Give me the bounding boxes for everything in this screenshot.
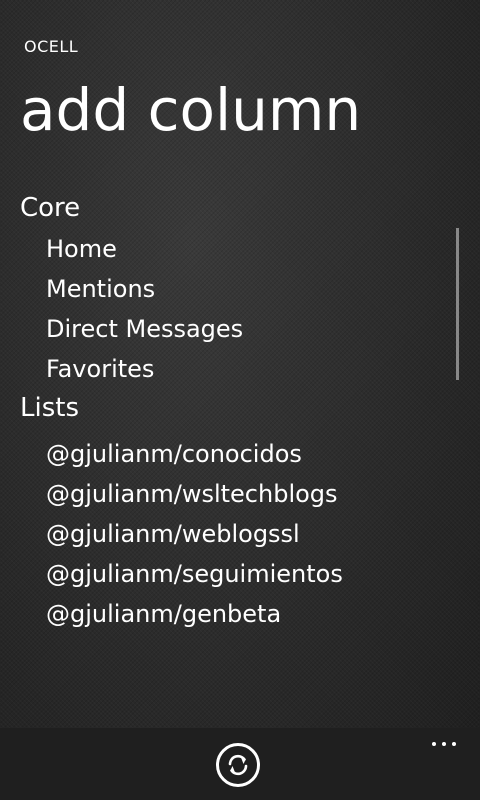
group-header-core: Core (20, 193, 81, 223)
page-title: add column (20, 76, 362, 144)
column-option-mentions[interactable]: Mentions (46, 269, 155, 309)
column-option-list-wsltechblogs[interactable]: @gjulianm/wsltechblogs (46, 474, 338, 514)
scrollbar[interactable] (456, 228, 459, 380)
column-option-direct-messages[interactable]: Direct Messages (46, 309, 243, 349)
column-option-list-conocidos[interactable]: @gjulianm/conocidos (46, 434, 302, 474)
more-icon-dot (442, 742, 446, 746)
refresh-icon (228, 754, 248, 776)
group-header-lists: Lists (20, 393, 79, 423)
app-title: OCELL (24, 37, 79, 56)
screen: OCELL add column Core Home Mentions Dire… (0, 0, 480, 800)
column-option-favorites[interactable]: Favorites (46, 349, 154, 389)
application-bar (0, 728, 480, 800)
column-option-list-weblogssl[interactable]: @gjulianm/weblogssl (46, 514, 300, 554)
column-option-list-genbeta[interactable]: @gjulianm/genbeta (46, 594, 281, 634)
more-options-button[interactable] (428, 734, 460, 754)
more-icon-dot (452, 742, 456, 746)
more-icon (432, 742, 436, 746)
column-option-home[interactable]: Home (46, 229, 117, 269)
column-option-list-seguimientos[interactable]: @gjulianm/seguimientos (46, 554, 343, 594)
refresh-button[interactable] (216, 743, 260, 787)
